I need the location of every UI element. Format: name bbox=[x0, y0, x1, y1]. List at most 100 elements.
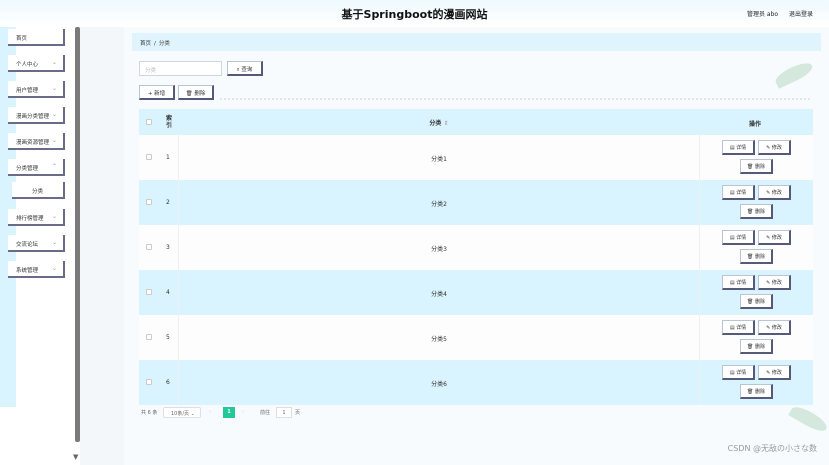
trash-icon: 🗑 bbox=[747, 299, 754, 305]
sidebar-item-comic-resource[interactable]: 漫画资源管理 ⌄ bbox=[8, 133, 65, 150]
edit-icon: ✎ bbox=[766, 280, 771, 286]
search-input[interactable]: 分类 bbox=[139, 61, 222, 76]
detail-button[interactable]: ▤ 详情 bbox=[722, 275, 755, 290]
edit-label: 修改 bbox=[771, 370, 782, 376]
sidebar-item-label: 漫画资源管理 bbox=[16, 140, 50, 146]
sidebar-item-comic-category[interactable]: 漫画分类管理 ⌄ bbox=[8, 107, 65, 124]
row-category-name: 分类3 bbox=[431, 246, 447, 253]
column-divider bbox=[699, 315, 700, 360]
edit-button[interactable]: ✎ 修改 bbox=[758, 275, 791, 290]
page-number-current[interactable]: 1 bbox=[223, 407, 235, 418]
sidebar-item-ranking[interactable]: 排行榜管理 ⌄ bbox=[8, 209, 65, 226]
search-button[interactable]: ⌕ 查询 bbox=[227, 61, 263, 76]
breadcrumb-home[interactable]: 首页 bbox=[140, 41, 151, 47]
sidebar-item-system[interactable]: 系统管理 ⌄ bbox=[8, 261, 65, 278]
row-category-name: 分类4 bbox=[431, 291, 447, 298]
chevron-down-icon: ⌄ bbox=[51, 239, 57, 246]
chevron-down-icon: ⌄ bbox=[190, 411, 195, 417]
search-icon: ⌕ bbox=[236, 67, 240, 73]
detail-label: 详情 bbox=[736, 325, 747, 331]
sidebar-item-personal-center[interactable]: 个人中心 ⌄ bbox=[8, 55, 65, 72]
sidebar-item-label: 用户管理 bbox=[16, 88, 39, 94]
delete-button-label: 删除 bbox=[194, 91, 206, 97]
row-category-name: 分类5 bbox=[431, 336, 447, 343]
user-label[interactable]: 管理员 abo bbox=[747, 11, 778, 18]
row-delete-button[interactable]: 🗑 删除 bbox=[740, 294, 773, 309]
detail-icon: ▤ bbox=[729, 235, 735, 241]
row-category-name: 分类1 bbox=[431, 156, 447, 163]
detail-button[interactable]: ▤ 详情 bbox=[722, 140, 755, 155]
add-button-label: 新增 bbox=[154, 91, 166, 97]
row-checkbox[interactable] bbox=[146, 289, 152, 295]
edit-label: 修改 bbox=[771, 280, 782, 286]
row-delete-button[interactable]: 🗑 删除 bbox=[740, 339, 773, 354]
detail-icon: ▤ bbox=[729, 145, 735, 151]
add-button[interactable]: + 新增 bbox=[139, 85, 175, 100]
header-name-label: 分类 bbox=[429, 120, 442, 127]
detail-icon: ▤ bbox=[729, 325, 735, 331]
scroll-down-arrow-icon[interactable]: ▼ bbox=[73, 453, 78, 461]
row-checkbox[interactable] bbox=[146, 199, 152, 205]
row-checkbox[interactable] bbox=[146, 154, 152, 160]
prev-page-button[interactable]: ‹ bbox=[209, 409, 211, 415]
table-body: 1 分类1 ▤ 详情 ✎ 修改 🗑 删除 2 分类2 ▤ 详情 ✎ 修改 🗑 删除 3 分类3 ▤ 详情… bbox=[139, 135, 813, 405]
sidebar-scrollbar[interactable] bbox=[75, 27, 80, 442]
sidebar-item-category-management[interactable]: 分类管理 ⌃ bbox=[8, 159, 65, 176]
table-header: 索引 分类 ⇕ 操作 bbox=[139, 109, 813, 135]
sidebar-item-home[interactable]: 首页 bbox=[8, 29, 65, 46]
sidebar-item-users[interactable]: 用户管理 ⌄ bbox=[8, 81, 65, 98]
watermark: CSDN @无敌の小さな数 bbox=[727, 444, 817, 453]
detail-button[interactable]: ▤ 详情 bbox=[722, 365, 755, 380]
detail-label: 详情 bbox=[736, 370, 747, 376]
breadcrumb: 首页 / 分类 bbox=[132, 33, 821, 51]
page-unit-label: 页 bbox=[295, 410, 301, 416]
next-page-button[interactable]: › bbox=[242, 409, 244, 415]
goto-page-input[interactable]: 1 bbox=[276, 407, 292, 418]
table-row: 1 分类1 ▤ 详情 ✎ 修改 🗑 删除 bbox=[139, 135, 813, 180]
row-index: 4 bbox=[166, 289, 170, 296]
table-row: 2 分类2 ▤ 详情 ✎ 修改 🗑 删除 bbox=[139, 180, 813, 225]
delete-label: 删除 bbox=[754, 254, 765, 260]
row-checkbox[interactable] bbox=[146, 244, 152, 250]
row-delete-button[interactable]: 🗑 删除 bbox=[740, 384, 773, 399]
leaf-decoration bbox=[772, 59, 816, 89]
row-index: 6 bbox=[166, 379, 170, 386]
edit-button[interactable]: ✎ 修改 bbox=[758, 365, 791, 380]
trash-icon: 🗑 bbox=[747, 344, 754, 350]
detail-icon: ▤ bbox=[729, 370, 735, 376]
row-checkbox[interactable] bbox=[146, 334, 152, 340]
delete-label: 删除 bbox=[754, 344, 765, 350]
sidebar: 首页 个人中心 ⌄ 用户管理 ⌄ 漫画分类管理 ⌄ 漫画资源管理 ⌄ 分类管理 ⌃ 分类 … bbox=[0, 27, 80, 465]
edit-icon: ✎ bbox=[766, 370, 771, 376]
header-name[interactable]: 分类 ⇕ bbox=[379, 118, 499, 127]
sidebar-item-label: 分类 bbox=[31, 189, 43, 195]
goto-label: 前往 bbox=[260, 410, 271, 416]
page-size-select[interactable]: 10条/页 ⌄ bbox=[163, 407, 201, 418]
page-size-value: 10条/页 bbox=[171, 411, 190, 417]
delete-button[interactable]: 🗑 删除 bbox=[178, 85, 214, 100]
edit-button[interactable]: ✎ 修改 bbox=[758, 140, 791, 155]
detail-label: 详情 bbox=[736, 235, 747, 241]
header-index: 索引 bbox=[166, 115, 173, 129]
leaf-decoration bbox=[788, 402, 829, 436]
sidebar-item-forum[interactable]: 交流论坛 ⌄ bbox=[8, 235, 65, 252]
sort-icon[interactable]: ⇕ bbox=[444, 120, 449, 127]
column-divider bbox=[699, 135, 700, 180]
detail-button[interactable]: ▤ 详情 bbox=[722, 320, 755, 335]
sidebar-subitem-category[interactable]: 分类 bbox=[12, 182, 65, 199]
select-all-checkbox[interactable] bbox=[146, 119, 152, 125]
row-delete-button[interactable]: 🗑 删除 bbox=[740, 204, 773, 219]
detail-button[interactable]: ▤ 详情 bbox=[722, 230, 755, 245]
row-delete-button[interactable]: 🗑 删除 bbox=[740, 249, 773, 264]
table-row: 3 分类3 ▤ 详情 ✎ 修改 🗑 删除 bbox=[139, 225, 813, 270]
header-actions: 操作 bbox=[749, 121, 762, 128]
edit-button[interactable]: ✎ 修改 bbox=[758, 230, 791, 245]
logout-link[interactable]: 退出登录 bbox=[789, 11, 813, 18]
row-checkbox[interactable] bbox=[146, 379, 152, 385]
row-delete-button[interactable]: 🗑 删除 bbox=[740, 159, 773, 174]
detail-button[interactable]: ▤ 详情 bbox=[722, 185, 755, 200]
edit-button[interactable]: ✎ 修改 bbox=[758, 185, 791, 200]
delete-label: 删除 bbox=[754, 389, 765, 395]
edit-button[interactable]: ✎ 修改 bbox=[758, 320, 791, 335]
category-table: 索引 分类 ⇕ 操作 1 分类1 ▤ 详情 ✎ 修改 🗑 删除 2 分类2 ▤ 详情 ✎ 修改 🗑… bbox=[139, 109, 813, 405]
